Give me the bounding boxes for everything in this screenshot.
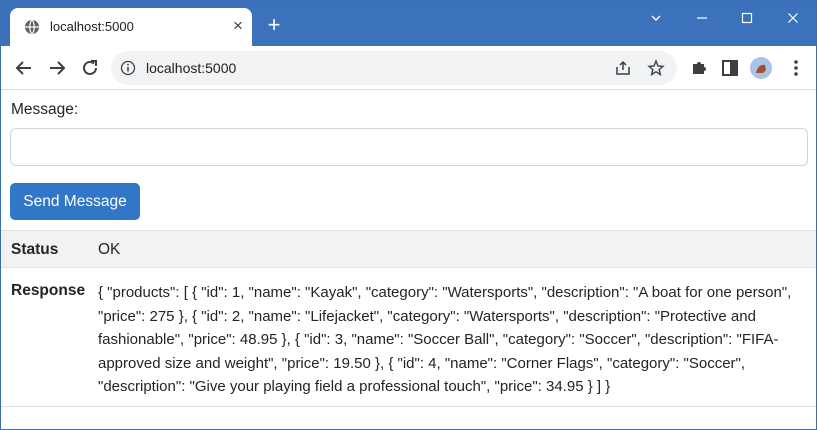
close-tab-icon[interactable]: × bbox=[229, 17, 247, 35]
browser-tab[interactable]: localhost:5000 × bbox=[10, 8, 252, 46]
message-input[interactable] bbox=[10, 128, 808, 166]
extensions-puzzle-icon[interactable] bbox=[687, 56, 711, 80]
address-bar[interactable]: localhost:5000 bbox=[111, 51, 677, 85]
message-label: Message: bbox=[11, 101, 79, 118]
more-menu-icon[interactable] bbox=[784, 56, 808, 80]
status-row: Status OK bbox=[1, 230, 816, 268]
close-window-icon[interactable] bbox=[778, 8, 808, 28]
chevron-down-icon[interactable] bbox=[641, 8, 671, 28]
share-icon[interactable] bbox=[614, 59, 632, 77]
site-info-icon[interactable] bbox=[120, 60, 136, 76]
tab-strip: localhost:5000 × + bbox=[1, 1, 816, 46]
send-message-button[interactable]: Send Message bbox=[10, 183, 140, 220]
status-value: OK bbox=[98, 241, 121, 258]
response-label: Response bbox=[11, 282, 86, 299]
reload-icon[interactable] bbox=[78, 56, 102, 80]
url-text: localhost:5000 bbox=[146, 60, 237, 76]
maximize-icon[interactable] bbox=[732, 8, 762, 28]
response-row: Response { "products": [ { "id": 1, "nam… bbox=[1, 269, 816, 407]
profile-avatar[interactable] bbox=[749, 56, 773, 80]
status-label: Status bbox=[11, 241, 59, 258]
browser-window: localhost:5000 × + localhost:5000 Messag… bbox=[0, 0, 817, 430]
side-panel-icon[interactable] bbox=[718, 56, 742, 80]
browser-toolbar: localhost:5000 bbox=[1, 46, 816, 90]
forward-arrow-icon[interactable] bbox=[45, 56, 69, 80]
new-tab-button[interactable]: + bbox=[263, 14, 285, 37]
response-value: { "products": [ { "id": 1, "name": "Kaya… bbox=[98, 284, 792, 395]
back-arrow-icon[interactable] bbox=[12, 56, 36, 80]
bookmark-star-icon[interactable] bbox=[647, 59, 665, 77]
minimize-icon[interactable] bbox=[687, 8, 717, 28]
tab-title: localhost:5000 bbox=[50, 19, 134, 34]
globe-icon bbox=[24, 19, 40, 35]
page-content: Message: Send Message Status OK Response… bbox=[1, 91, 816, 429]
